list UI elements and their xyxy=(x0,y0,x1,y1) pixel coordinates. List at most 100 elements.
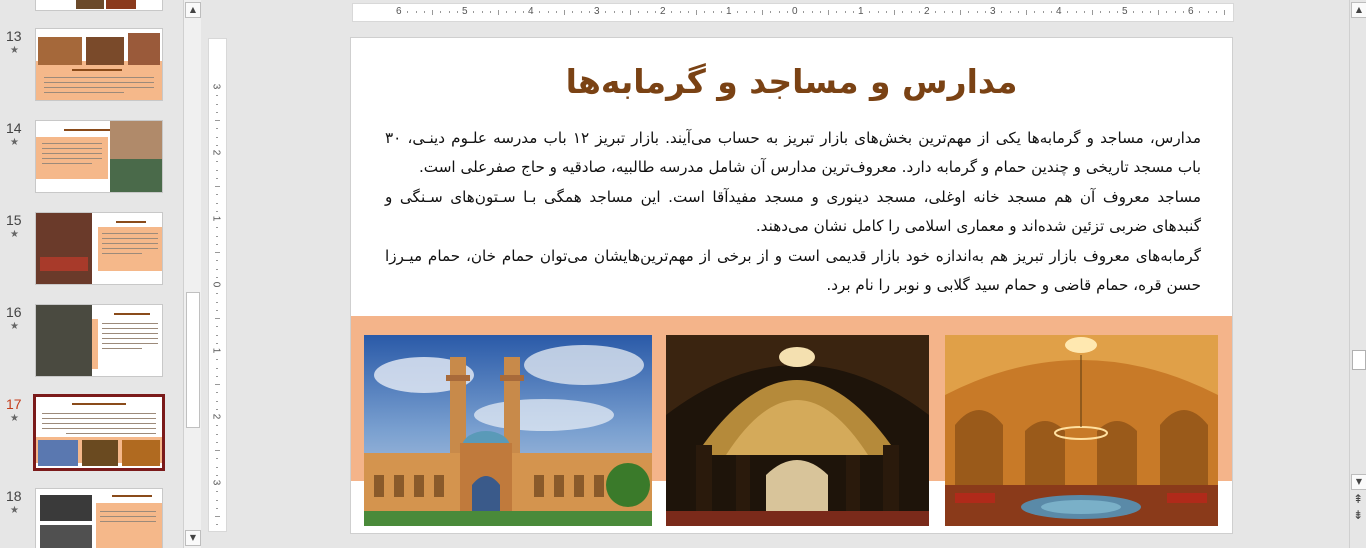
ruler-tick xyxy=(852,11,854,13)
ruler-tick xyxy=(216,103,218,105)
ruler-tick xyxy=(216,210,218,212)
slide-thumbnail-15[interactable] xyxy=(35,212,163,285)
slide-body-text[interactable]: مدارس، مساجد و گرمابه‌ها یکی از مهم‌ترین… xyxy=(385,124,1201,300)
animation-star-icon: ★ xyxy=(10,321,19,332)
ruler-tick xyxy=(522,11,524,13)
ruler-tick xyxy=(216,128,218,130)
ruler-tick xyxy=(671,11,673,13)
ruler-tick xyxy=(214,516,220,517)
ruler-tick xyxy=(555,11,557,13)
ruler-tick xyxy=(770,11,772,13)
ruler-tick xyxy=(216,202,218,204)
ruler-label: 3 xyxy=(210,83,222,90)
ruler-label: 3 xyxy=(210,479,222,486)
ruler-tick xyxy=(214,186,220,187)
ruler-tick xyxy=(968,11,970,13)
scrollbar-thumb[interactable] xyxy=(1352,350,1366,370)
slide-canvas[interactable]: مدارس و مساجد و گرمابه‌ها مدارس، مساجد و… xyxy=(350,37,1233,534)
thumbnail-row-16: 16 ★ xyxy=(0,304,182,384)
ruler-tick xyxy=(687,11,689,13)
ruler-tick xyxy=(1149,11,1151,13)
horizontal-ruler[interactable]: 6 5 4 3 2 1 0 1 2 3 4 5 6 xyxy=(352,3,1234,22)
ruler-label: 2 xyxy=(660,6,666,17)
ruler-tick xyxy=(216,466,218,468)
ruler-tick xyxy=(214,384,220,385)
ruler-tick xyxy=(481,11,483,13)
ruler-tick xyxy=(216,524,218,526)
slide-thumbnail-18[interactable] xyxy=(35,488,163,548)
mosque-interior-photo[interactable] xyxy=(666,335,929,526)
ruler-tick xyxy=(580,11,582,13)
ruler-tick xyxy=(869,11,871,13)
slide-thumbnail-16[interactable] xyxy=(35,304,163,377)
ruler-tick xyxy=(1050,11,1052,13)
ruler-tick xyxy=(216,293,218,295)
slide-title[interactable]: مدارس و مساجد و گرمابه‌ها xyxy=(351,62,1232,101)
ruler-tick xyxy=(588,11,590,13)
ruler-tick xyxy=(506,11,508,13)
ruler-tick xyxy=(960,9,961,15)
ruler-label: 6 xyxy=(1188,6,1194,17)
ruler-tick xyxy=(984,11,986,13)
scroll-down-button[interactable]: ▼ xyxy=(1351,474,1366,490)
ruler-tick xyxy=(216,499,218,501)
thumbnail-row-14: 14 ★ xyxy=(0,120,182,200)
scrollbar-thumb[interactable] xyxy=(186,292,200,428)
ruler-tick xyxy=(1042,11,1044,13)
thumbnail-scrollbar[interactable]: ▲ ▼ xyxy=(183,0,201,548)
ruler-tick xyxy=(216,177,218,179)
ruler-tick xyxy=(1083,11,1085,13)
slide-thumbnail-14[interactable] xyxy=(35,120,163,193)
ruler-tick xyxy=(844,11,846,13)
ruler-tick xyxy=(918,11,920,13)
slide-thumbnail-13[interactable] xyxy=(35,28,163,101)
ruler-tick xyxy=(1166,11,1168,13)
animation-star-icon: ★ xyxy=(10,413,19,424)
body-paragraph: مساجد معروف آن هم مسجد خانه اوغلی، مسجد … xyxy=(385,187,1201,236)
ruler-tick xyxy=(440,11,442,13)
ruler-label: 2 xyxy=(924,6,930,17)
scroll-down-button[interactable]: ▼ xyxy=(185,530,201,546)
animation-star-icon: ★ xyxy=(10,137,19,148)
slide-thumbnail-17[interactable] xyxy=(33,394,165,471)
ruler-tick xyxy=(976,11,978,13)
ruler-tick xyxy=(498,9,499,15)
vertical-ruler[interactable]: 3 2 1 0 1 2 3 xyxy=(208,38,227,532)
ruler-tick xyxy=(216,95,218,97)
slide-number: 14 xyxy=(6,120,22,136)
ruler-tick xyxy=(216,507,218,509)
next-slide-button[interactable]: ⇟ xyxy=(1351,508,1365,522)
ruler-tick xyxy=(216,161,218,163)
ruler-tick xyxy=(1034,11,1036,13)
ruler-label: 0 xyxy=(792,6,798,17)
scroll-up-button[interactable]: ▲ xyxy=(185,2,201,18)
previous-slide-button[interactable]: ⇞ xyxy=(1351,492,1365,506)
bathhouse-interior-photo[interactable] xyxy=(945,335,1218,526)
ruler-tick xyxy=(216,111,218,113)
animation-star-icon: ★ xyxy=(10,45,19,56)
ruler-tick xyxy=(448,11,450,13)
ruler-tick xyxy=(216,491,218,493)
ruler-tick xyxy=(621,11,623,13)
ruler-tick xyxy=(1092,9,1093,15)
ruler-tick xyxy=(1215,11,1217,13)
scroll-up-button[interactable]: ▲ xyxy=(1351,2,1366,18)
ruler-tick xyxy=(1001,11,1003,13)
ruler-tick xyxy=(910,11,912,13)
ruler-tick xyxy=(456,11,458,13)
ruler-tick xyxy=(216,136,218,138)
ruler-tick xyxy=(216,408,218,410)
ruler-label: 2 xyxy=(210,149,222,156)
ruler-tick xyxy=(1141,11,1143,13)
editor-scrollbar[interactable]: ▲ ▼ ⇞ ⇟ xyxy=(1349,0,1366,548)
ruler-tick xyxy=(216,227,218,229)
ruler-tick xyxy=(753,11,755,13)
ruler-label: 6 xyxy=(396,6,402,17)
animation-star-icon: ★ xyxy=(10,229,19,240)
ruler-tick xyxy=(1026,9,1027,15)
mosque-exterior-photo[interactable] xyxy=(364,335,652,526)
slide-thumbnail-12[interactable] xyxy=(35,0,163,11)
ruler-tick xyxy=(216,309,218,311)
ruler-tick xyxy=(216,301,218,303)
thumbnail-row-13: 13 ★ xyxy=(0,28,182,108)
